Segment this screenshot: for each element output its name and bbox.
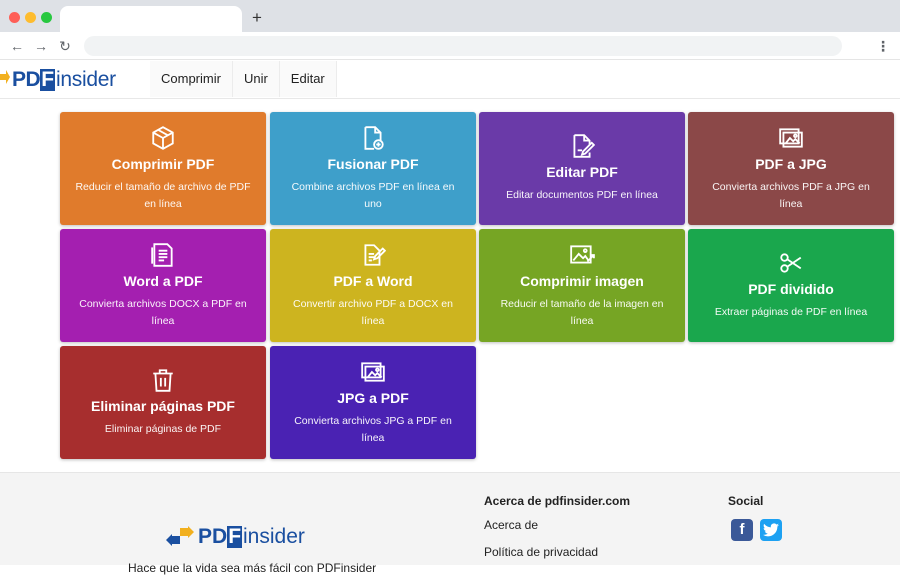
footer-social-heading: Social (728, 494, 764, 508)
tool-title: Comprimir PDF (111, 155, 215, 172)
footer-tagline: Hace que la vida sea más fácil con PDFin… (128, 561, 377, 575)
browser-tab-bar: + (0, 0, 900, 32)
tool-card-comprimir-imagen[interactable]: Comprimir imagen Reducir el tamaño de la… (479, 229, 685, 342)
tool-title: PDF a JPG (755, 155, 827, 172)
logo-text-pd: PD (12, 68, 41, 91)
browser-toolbar: ← → ↻ ⋮ (0, 32, 900, 60)
tool-desc: Editar documentos PDF en línea (506, 189, 658, 201)
tool-desc: Reducir el tamaño de archivo de PDF en l… (75, 180, 251, 210)
tool-card-comprimir-pdf[interactable]: Comprimir PDF Reducir el tamaño de archi… (60, 112, 266, 225)
tool-desc: Combine archivos PDF en línea en uno (291, 180, 455, 210)
site-footer: PD F insider Hace que la vida sea más fá… (0, 472, 900, 575)
images-icon (361, 361, 385, 382)
browser-tab[interactable] (60, 6, 242, 32)
tool-title: Editar PDF (546, 164, 618, 180)
tool-card-jpg-a-pdf[interactable]: JPG a PDF Convierta archivos JPG a PDF e… (270, 346, 476, 459)
images-icon (779, 127, 803, 148)
footer-logo[interactable]: PD F insider (166, 525, 305, 549)
logo-text-pd: PD (198, 525, 228, 548)
footer-link-about[interactable]: Acerca de (484, 518, 538, 532)
site-logo[interactable]: PD F insider (0, 68, 116, 92)
tool-desc: Extraer páginas de PDF en línea (714, 306, 868, 318)
file-edit-icon (573, 134, 595, 158)
twitter-icon[interactable] (760, 519, 782, 541)
tool-title: Eliminar páginas PDF (91, 398, 235, 414)
tool-title: JPG a PDF (337, 389, 409, 406)
site-header: PD F insider Comprimir Unir Editar (0, 60, 900, 99)
logo-arrows-icon (166, 526, 194, 546)
window-maximize-button[interactable] (41, 12, 52, 23)
tool-card-word-a-pdf[interactable]: Word a PDF Convierta archivos DOCX a PDF… (60, 229, 266, 342)
twitter-bird-icon (763, 523, 779, 537)
back-icon[interactable]: ← (9, 38, 25, 54)
scissors-icon (780, 253, 802, 273)
tool-card-pdf-dividido[interactable]: PDF dividido Extraer páginas de PDF en l… (688, 229, 894, 342)
nav-comprimir[interactable]: Comprimir (150, 61, 233, 97)
window-minimize-button[interactable] (25, 12, 36, 23)
document-icon (151, 242, 173, 267)
nav-unir[interactable]: Unir (232, 61, 280, 97)
tool-title: Word a PDF (123, 272, 203, 289)
tool-desc: Convertir archivo PDF a DOCX en línea (293, 297, 453, 327)
tool-card-pdf-a-word[interactable]: PDF a Word Convertir archivo PDF a DOCX … (270, 229, 476, 342)
reload-icon[interactable]: ↻ (57, 38, 73, 54)
forward-icon[interactable]: → (33, 38, 49, 54)
tool-card-pdf-a-jpg[interactable]: PDF a JPG Convierta archivos PDF a JPG e… (688, 112, 894, 225)
tool-title: Comprimir imagen (520, 272, 644, 289)
facebook-icon[interactable]: f (731, 519, 753, 541)
logo-text-f: F (40, 68, 56, 91)
logo-text-f: F (227, 525, 243, 548)
image-compress-icon (570, 244, 595, 264)
tool-desc: Convierta archivos PDF a JPG en línea (712, 180, 870, 210)
cube-icon (152, 125, 174, 150)
browser-menu-icon[interactable]: ⋮ (876, 37, 890, 55)
tool-desc: Eliminar páginas de PDF (104, 423, 222, 435)
tool-card-fusionar-pdf[interactable]: Fusionar PDF Combine archivos PDF en lín… (270, 112, 476, 225)
tool-card-eliminar-paginas[interactable]: Eliminar páginas PDF Eliminar páginas de… (60, 346, 266, 459)
tool-title: Fusionar PDF (327, 155, 419, 172)
address-bar[interactable] (84, 36, 842, 56)
tool-title: PDF a Word (333, 272, 413, 289)
tool-desc: Convierta archivos DOCX a PDF en línea (79, 297, 247, 327)
file-pen-icon (364, 243, 386, 266)
window-close-button[interactable] (9, 12, 20, 23)
footer-link-privacy[interactable]: Política de privacidad (484, 545, 598, 559)
tool-desc: Convierta archivos JPG a PDF en línea (294, 414, 452, 444)
logo-text-insider: insider (243, 525, 305, 548)
tool-card-editar-pdf[interactable]: Editar PDF Editar documentos PDF en líne… (479, 112, 685, 225)
footer-about-heading: Acerca de pdfinsider.com (484, 494, 631, 508)
file-plus-icon (364, 125, 384, 150)
new-tab-button[interactable]: + (252, 8, 262, 28)
tool-desc: Reducir el tamaño de la imagen en línea (500, 297, 664, 327)
logo-arrow-icon (0, 70, 10, 84)
main-nav: Comprimir Unir Editar (150, 61, 337, 97)
tool-title: PDF dividido (748, 281, 834, 297)
nav-editar[interactable]: Editar (279, 61, 337, 97)
logo-text-insider: insider (56, 68, 116, 91)
trash-icon (153, 369, 173, 392)
